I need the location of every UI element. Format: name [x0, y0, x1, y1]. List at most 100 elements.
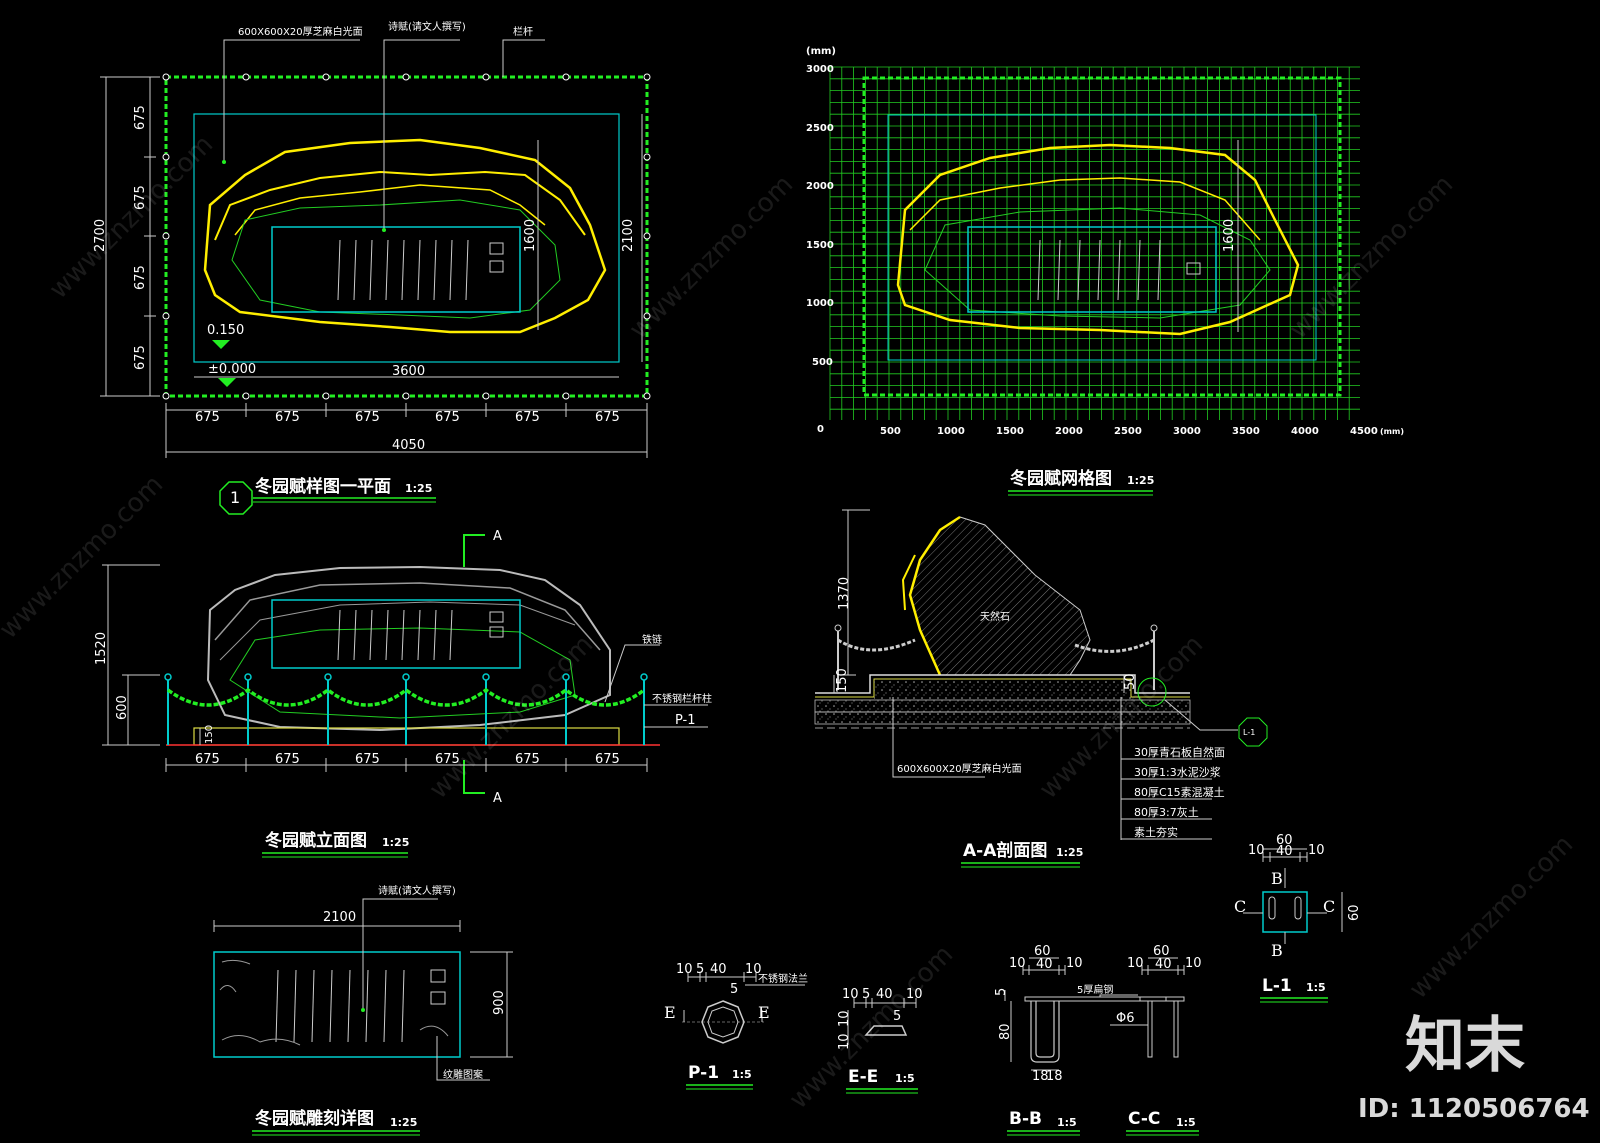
plan-dim-seg-b2: 675	[275, 410, 300, 425]
elev-stone-ridge-2	[219, 601, 576, 661]
l1-cut-c-right: C	[1323, 897, 1335, 916]
ee-title: E-E	[848, 1067, 878, 1087]
carving-dim-w: 2100	[323, 910, 356, 925]
plan-note-rail: 栏杆	[513, 25, 533, 38]
grid-y-tick-3000: 3000	[806, 64, 834, 75]
cc-dim-2: 40	[1155, 957, 1172, 972]
p1-dim-1: 10	[676, 962, 693, 977]
elev-note-chain: 铁链	[642, 633, 662, 646]
section-layer-5: 素土夯实	[1134, 825, 1178, 839]
elev-dims-bottom	[165, 758, 648, 772]
plan-dim-total-w: 4050	[392, 438, 425, 453]
cc-rod-left	[1147, 1000, 1153, 1058]
section-dim-base-l: 150	[835, 668, 850, 693]
p1-dim-3: 40	[710, 962, 727, 977]
grid-seal	[1186, 262, 1201, 275]
cc-rod-right	[1173, 1000, 1179, 1058]
l1-cut-c-left: C	[1234, 897, 1246, 916]
watermark-layer: www.znzmo.com www.znzmo.com www.znzmo.co…	[0, 130, 1579, 1115]
grid-title: 冬园赋网格图	[1010, 468, 1112, 489]
carving-seal-1	[430, 969, 446, 983]
section-note-paving: 600X600X20厚芝麻白光面	[897, 762, 1022, 775]
elev-section-top: A	[493, 529, 502, 544]
section-layer-3: 80厚C15素混凝土	[1134, 785, 1225, 799]
bb-dim-2: 40	[1036, 957, 1053, 972]
bb-title: B-B	[1009, 1109, 1042, 1129]
plan-dim-seg-l4: 675	[133, 345, 148, 370]
bb-u-bracket	[1030, 1001, 1060, 1063]
cc-dim-3: 10	[1185, 956, 1202, 971]
bb-dim-bottom-2: 18	[1046, 1069, 1063, 1084]
plan-dim-seg-l1: 675	[133, 105, 148, 130]
watermark-1: www.znzmo.com	[44, 130, 219, 305]
plan-stone-outer	[203, 138, 607, 334]
brand-logo: 知末	[1405, 1011, 1525, 1081]
p1-title: P-1	[688, 1063, 719, 1083]
elev-dim-seg-2: 675	[275, 752, 300, 767]
section-layer-1: 30厚青石板自然面	[1134, 745, 1225, 759]
plan-level-base: ±0.000	[208, 362, 256, 377]
elev-seal-2	[489, 626, 504, 638]
l1-cut-b-bottom: B	[1271, 941, 1283, 960]
l1-slot-left	[1268, 896, 1276, 920]
section-scale: 1:25	[1056, 846, 1083, 859]
elev-seal-1	[489, 611, 504, 623]
elev-dim-rail-h: 600	[115, 695, 130, 720]
ee-dim-v-1: 10	[837, 1010, 852, 1027]
grid-x-unit: (mm)	[1380, 427, 1404, 436]
plan-dim-panel-h: 1600	[523, 219, 538, 252]
bb-scale: 1:5	[1057, 1116, 1077, 1129]
l1-slot-right	[1294, 896, 1302, 920]
p1-scale: 1:5	[732, 1068, 752, 1081]
grid-y-tick-2000: 2000	[806, 181, 834, 192]
ee-dim-1: 10	[842, 987, 859, 1002]
plan-note-paving: 600X600X20厚芝麻白光面	[238, 25, 363, 38]
grid-stone-inner	[924, 207, 1271, 319]
grid-paving-outline	[887, 114, 1317, 361]
plan-seal-1	[489, 242, 504, 255]
grid-x-tick-0: 0	[817, 424, 824, 435]
plan-leader-poem	[383, 39, 460, 230]
l1-dim-60: 60	[1347, 904, 1362, 921]
elev-title: 冬园赋立面图	[265, 830, 367, 851]
elev-note-post: 不锈钢栏杆柱	[652, 692, 712, 705]
section-chain-left	[837, 638, 916, 652]
carving-scale: 1:25	[390, 1116, 417, 1129]
section-title: A-A剖面图	[963, 840, 1047, 861]
l1-view: 60 10 40 10 B B C C 60 L-1 1:5	[1234, 833, 1362, 1003]
grid-y-tick-500: 500	[812, 357, 833, 368]
watermark-3: www.znzmo.com	[1284, 170, 1459, 345]
grid-scale: 1:25	[1127, 474, 1154, 487]
plan-level-top: 0.150	[207, 323, 244, 338]
elev-carving-lines	[337, 609, 453, 661]
p1-note: 不锈钢法兰	[758, 972, 808, 985]
cc-note: Φ6	[1116, 1011, 1135, 1026]
bb-dim-80: 80	[998, 1023, 1013, 1040]
plan-railing	[164, 75, 649, 398]
plan-carving-lines	[337, 239, 469, 301]
plan-seal-2	[489, 260, 504, 273]
elevation-view: A A 铁链 不锈钢栏杆柱 P-1 675 675 675 675 675 67…	[94, 529, 712, 858]
l1-cut-b-top: B	[1271, 869, 1283, 888]
grid-x-tick-1500: 1500	[996, 426, 1024, 437]
elev-note-p1: P-1	[675, 713, 696, 728]
section-layer-2: 30厚1:3水泥沙浆	[1134, 765, 1221, 779]
watermark-4: www.znzmo.com	[0, 470, 169, 645]
grid-x-tick-500: 500	[880, 426, 901, 437]
grid-carving-panel	[967, 226, 1217, 313]
bb-dim-3: 10	[1066, 956, 1083, 971]
l1-dim-3: 10	[1308, 843, 1325, 858]
plan-level-base-marker	[218, 378, 236, 387]
plan-dim-seg-l3: 675	[133, 265, 148, 290]
grid-x-tick-4000: 4000	[1291, 426, 1319, 437]
elev-carving-panel	[271, 599, 521, 669]
cc-title: C-C	[1128, 1109, 1160, 1129]
elev-dim-total-h: 1520	[94, 632, 109, 665]
plan-dim-inner-w: 3600	[392, 364, 425, 379]
p1-cut-right: E	[758, 1003, 770, 1022]
plan-paving-outline	[193, 113, 620, 363]
carving-title: 冬园赋雕刻详图	[255, 1108, 374, 1129]
grid-x-tick-1000: 1000	[937, 426, 965, 437]
carving-panel	[213, 951, 461, 1058]
plan-carving-panel	[271, 226, 521, 313]
